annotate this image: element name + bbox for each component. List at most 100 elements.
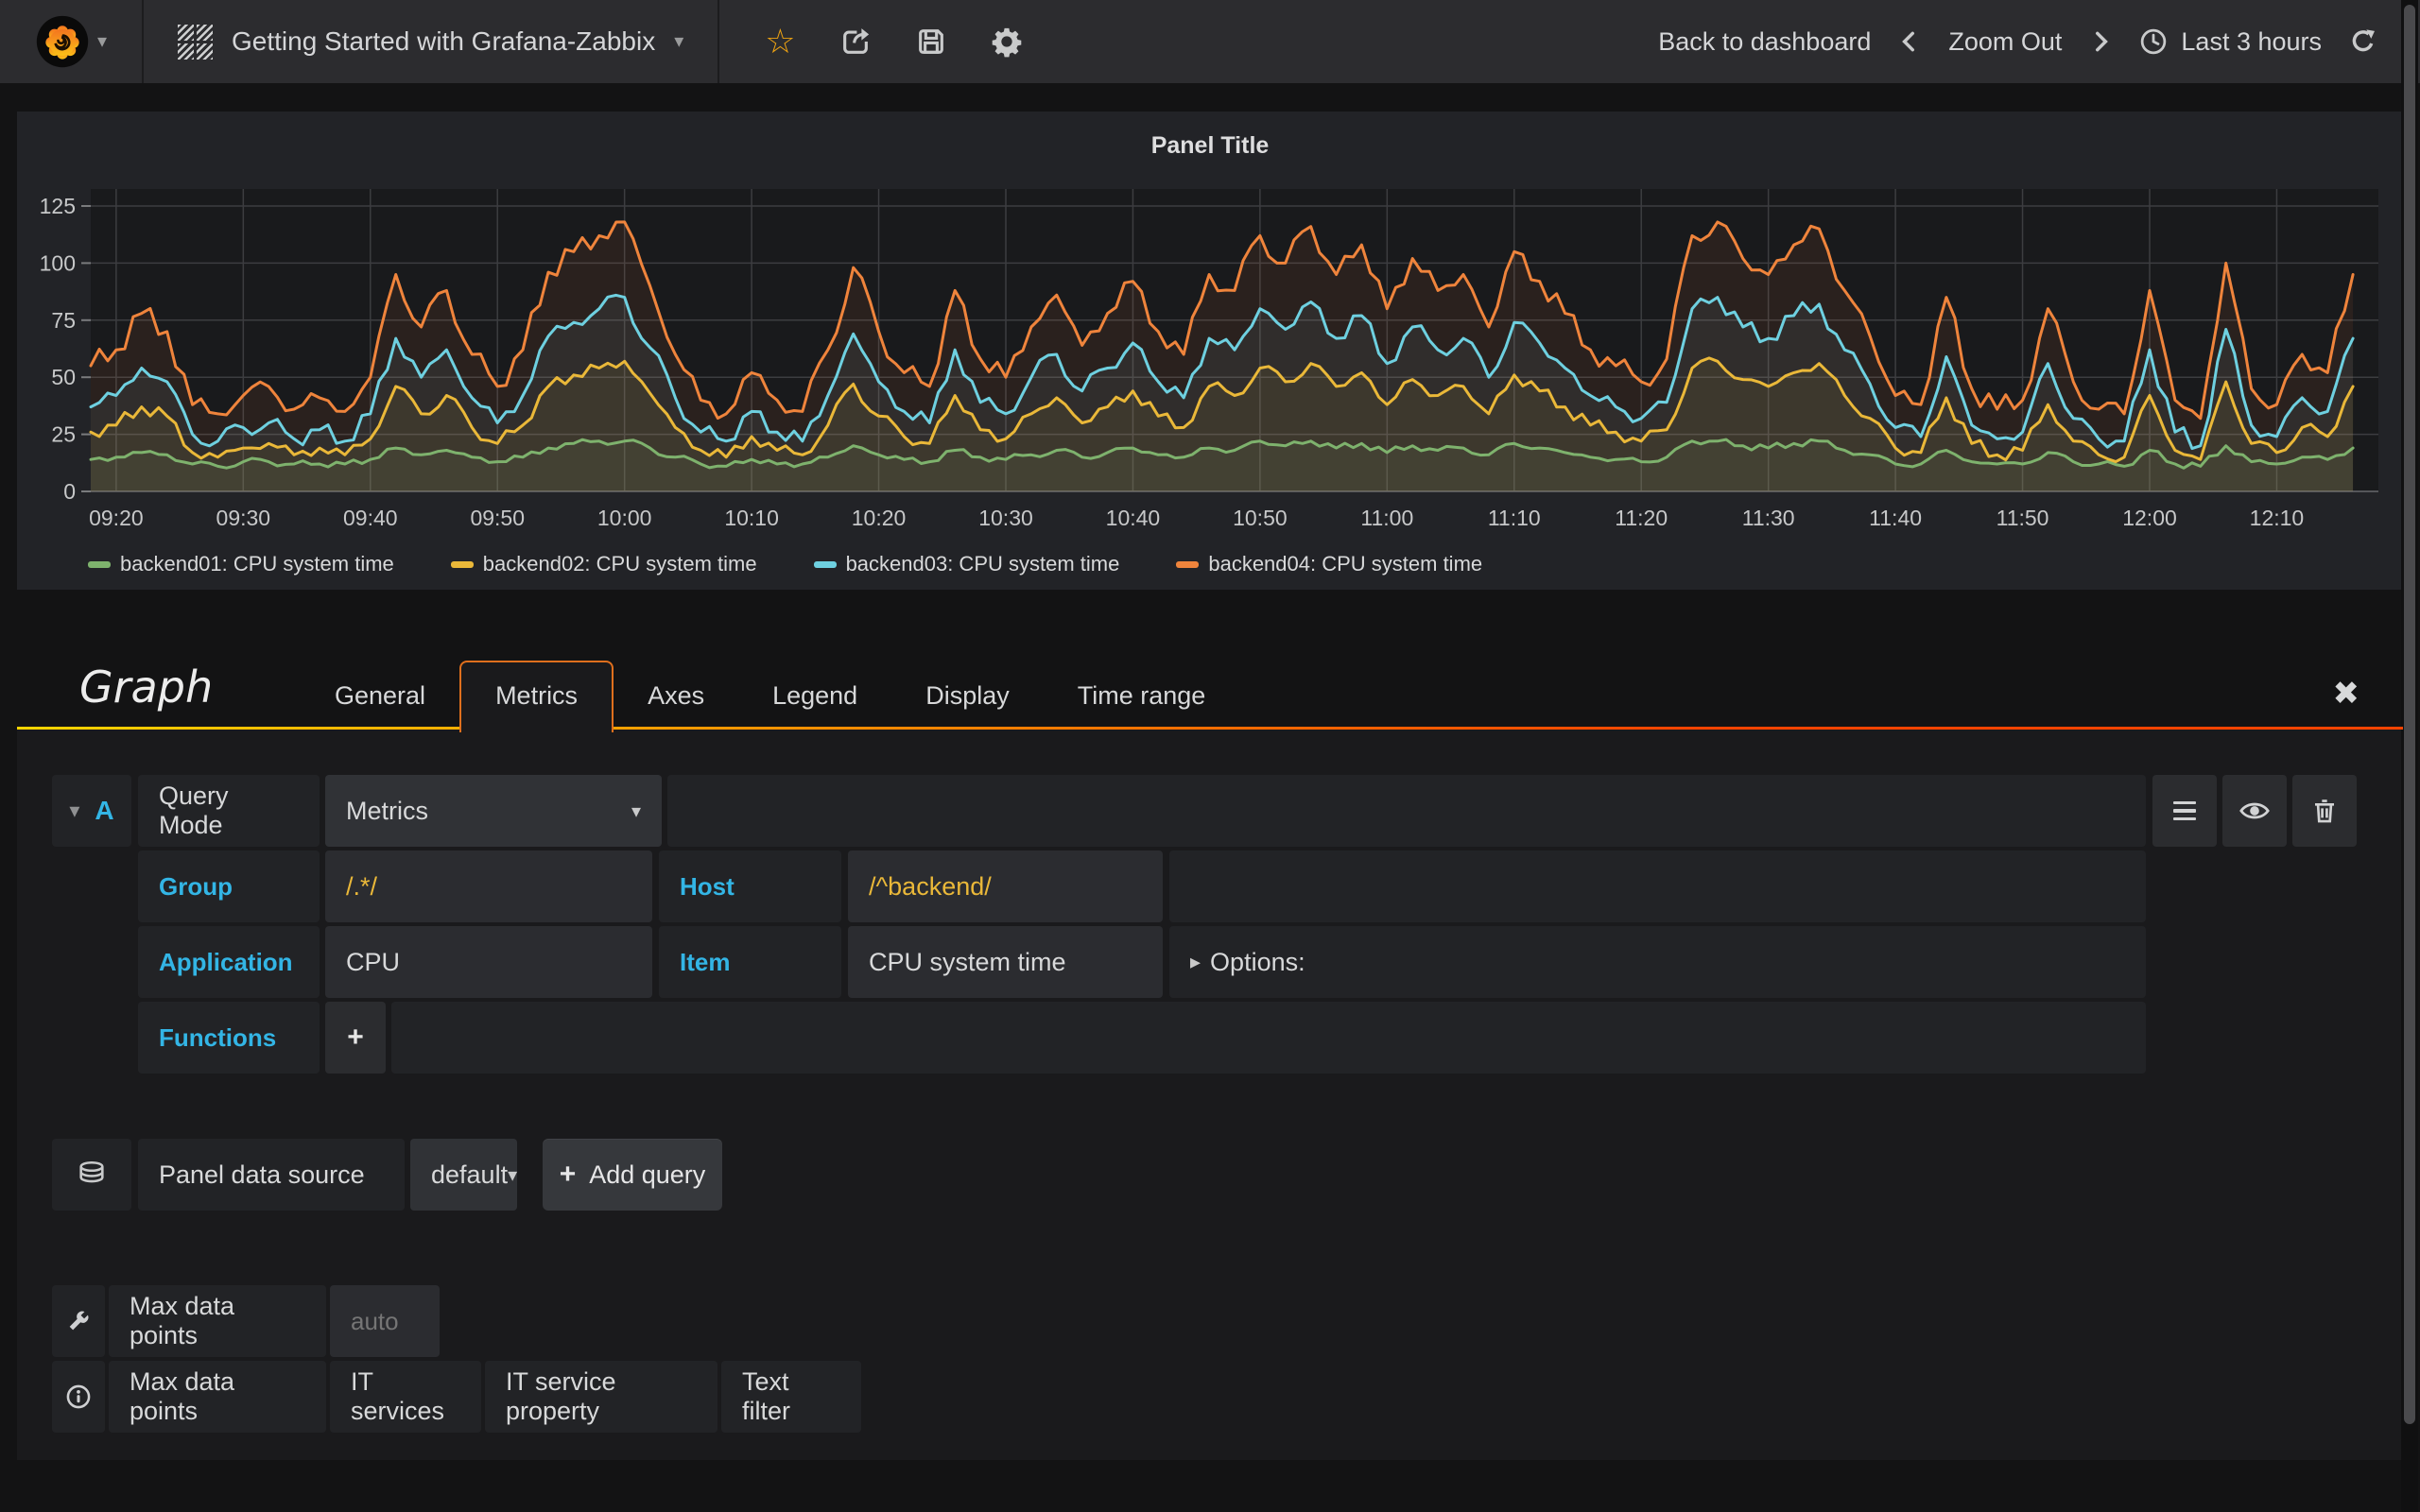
help-icon-cell[interactable] — [52, 1361, 105, 1433]
help-item-text-filter[interactable]: Text filter — [721, 1361, 861, 1433]
legend-item[interactable]: backend04: CPU system time — [1176, 552, 1482, 576]
host-value-field[interactable]: /^backend/ — [848, 850, 1163, 922]
add-function-button[interactable]: + — [325, 1002, 386, 1074]
tab-display[interactable]: Display — [891, 662, 1044, 730]
legend-item[interactable]: backend01: CPU system time — [88, 552, 394, 576]
svg-text:25: 25 — [51, 422, 76, 447]
item-value-field[interactable]: CPU system time — [848, 926, 1163, 998]
navbar-right-controls: Back to dashboard Zoom Out Last 3 hours — [1658, 26, 2420, 57]
options-cell[interactable]: ▸ Options: — [1169, 926, 2146, 998]
svg-text:09:50: 09:50 — [470, 506, 525, 530]
time-range-label: Last 3 hours — [2181, 27, 2322, 57]
time-shift-back-button[interactable] — [1897, 29, 1922, 54]
dashboard-actions: ☆ — [719, 25, 1067, 59]
svg-text:11:40: 11:40 — [1869, 506, 1922, 530]
functions-label: Functions — [138, 1002, 320, 1074]
svg-text:11:00: 11:00 — [1360, 506, 1413, 530]
query-row-filler — [667, 775, 2146, 847]
clock-icon — [2139, 27, 2168, 56]
panel-datasource-label: Panel data source — [138, 1139, 405, 1211]
options-label: Options: — [1210, 948, 1305, 977]
database-icon — [76, 1159, 108, 1191]
close-editor-icon[interactable]: ✖ — [2333, 675, 2360, 713]
editor-tabs: General Metrics Axes Legend Display Time… — [301, 661, 1239, 730]
time-shift-forward-button[interactable] — [2088, 29, 2113, 54]
panel-datasource-select[interactable]: default ▾ — [410, 1139, 517, 1211]
dropdown-caret-icon: ▾ — [631, 799, 641, 823]
add-query-button[interactable]: + Add query — [543, 1139, 722, 1211]
save-button[interactable] — [915, 26, 947, 58]
svg-text:10:00: 10:00 — [597, 506, 652, 530]
dashboard-title-picker[interactable]: Getting Started with Grafana-Zabbix ▾ — [144, 0, 719, 83]
legend-color-dash — [451, 561, 474, 568]
info-icon — [65, 1383, 92, 1410]
wrench-icon — [65, 1308, 92, 1334]
share-icon — [839, 26, 872, 58]
legend-item[interactable]: backend02: CPU system time — [451, 552, 757, 576]
chevron-right-icon — [2088, 29, 2113, 54]
max-data-points-input-cell[interactable] — [330, 1285, 440, 1357]
item-label: Item — [659, 926, 841, 998]
group-value-field[interactable]: /.*/ — [325, 850, 652, 922]
legend-color-dash — [1176, 561, 1199, 568]
tab-general[interactable]: General — [301, 662, 459, 730]
svg-text:12:10: 12:10 — [2250, 506, 2305, 530]
max-data-points-label: Max data points — [109, 1285, 326, 1357]
svg-text:11:20: 11:20 — [1615, 506, 1668, 530]
legend-color-dash — [814, 561, 837, 568]
timeseries-chart[interactable]: 09:2009:3009:4009:5010:0010:1010:2010:30… — [17, 180, 2403, 550]
svg-text:10:40: 10:40 — [1106, 506, 1161, 530]
grafana-logo-menu[interactable]: ▾ — [0, 0, 144, 83]
help-item-it-service-property[interactable]: IT service property — [485, 1361, 717, 1433]
logo-caret-icon: ▾ — [97, 32, 107, 51]
grafana-logo-icon — [35, 14, 90, 69]
back-to-dashboard-button[interactable]: Back to dashboard — [1658, 27, 1871, 57]
functions-row-filler — [391, 1002, 2146, 1074]
query-toggle-visibility-button[interactable] — [2222, 775, 2287, 847]
tab-time-range[interactable]: Time range — [1044, 662, 1240, 730]
dropdown-caret-icon: ▾ — [508, 1163, 517, 1187]
tab-axes[interactable]: Axes — [614, 662, 738, 730]
scrollbar-thumb[interactable] — [2404, 5, 2415, 1424]
svg-text:09:30: 09:30 — [216, 506, 271, 530]
tab-legend[interactable]: Legend — [738, 662, 891, 730]
panel-datasource-value: default — [431, 1160, 508, 1190]
query-delete-button[interactable] — [2292, 775, 2357, 847]
help-item-max-data-points[interactable]: Max data points — [109, 1361, 326, 1433]
zoom-out-button[interactable]: Zoom Out — [1948, 27, 2062, 57]
query-collapse-caret-icon[interactable]: ▾ — [69, 799, 79, 823]
max-data-points-icon-cell — [52, 1285, 105, 1357]
gear-icon — [991, 26, 1023, 58]
svg-text:10:10: 10:10 — [724, 506, 779, 530]
settings-button[interactable] — [991, 26, 1023, 58]
trash-icon — [2309, 796, 2340, 826]
help-item-it-services[interactable]: IT services — [330, 1361, 481, 1433]
add-query-label: Add query — [589, 1160, 705, 1190]
svg-text:100: 100 — [40, 250, 76, 275]
legend-color-dash — [88, 561, 111, 568]
group-label: Group — [138, 850, 320, 922]
legend-label: backend03: CPU system time — [846, 552, 1120, 576]
query-ref-cell: ▾ A — [52, 775, 131, 847]
svg-text:12:00: 12:00 — [2122, 506, 2177, 530]
panel-title[interactable]: Panel Title — [17, 112, 2403, 160]
tab-metrics[interactable]: Metrics — [459, 661, 614, 732]
panel-editor-header: Graph General Metrics Axes Legend Displa… — [17, 652, 2403, 730]
svg-text:11:10: 11:10 — [1488, 506, 1541, 530]
query-menu-button[interactable] — [2152, 775, 2217, 847]
svg-text:10:20: 10:20 — [852, 506, 907, 530]
query-mode-select[interactable]: Metrics ▾ — [325, 775, 662, 847]
panel-type-title: Graph — [79, 662, 213, 713]
max-data-points-input[interactable] — [351, 1285, 419, 1357]
application-value-field[interactable]: CPU — [325, 926, 652, 998]
svg-text:09:20: 09:20 — [89, 506, 144, 530]
star-button[interactable]: ☆ — [765, 25, 795, 59]
time-range-picker[interactable]: Last 3 hours — [2139, 27, 2322, 57]
query-ref-letter[interactable]: A — [95, 796, 113, 826]
share-button[interactable] — [839, 26, 872, 58]
save-icon — [915, 26, 947, 58]
svg-text:11:30: 11:30 — [1742, 506, 1795, 530]
legend-label: backend04: CPU system time — [1208, 552, 1482, 576]
legend-item[interactable]: backend03: CPU system time — [814, 552, 1120, 576]
refresh-button[interactable] — [2348, 26, 2378, 57]
